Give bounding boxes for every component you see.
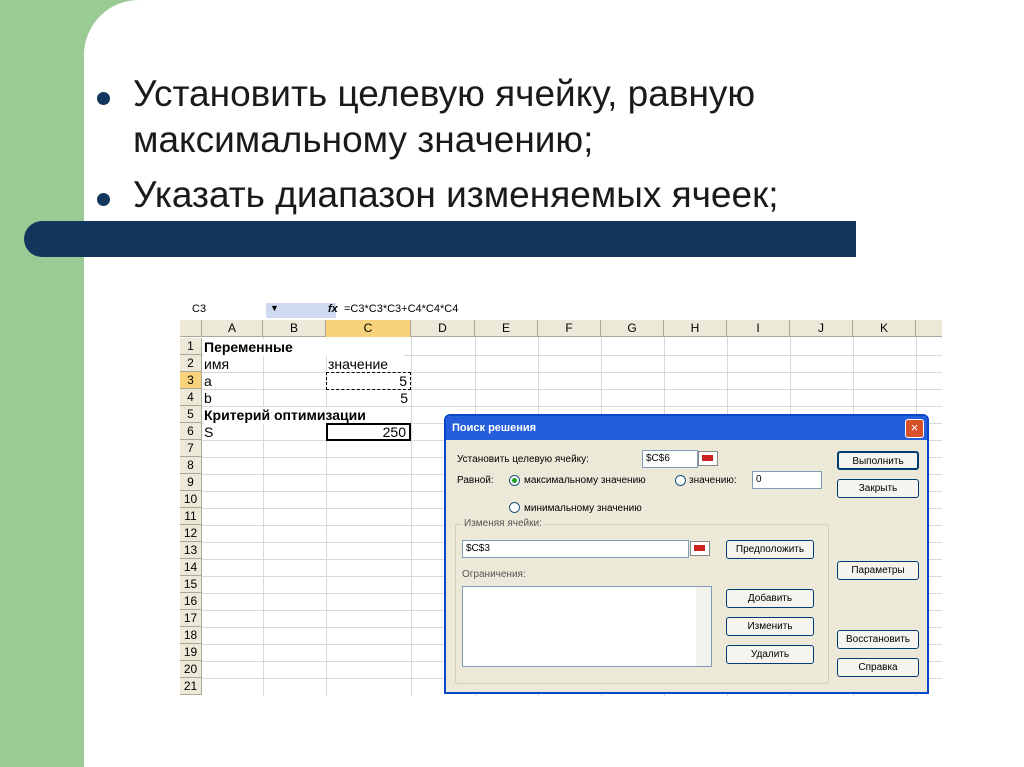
column-header[interactable]: G <box>601 320 664 337</box>
radio-min[interactable] <box>509 502 520 513</box>
target-cell-input[interactable]: $C$6 <box>642 450 698 468</box>
row-header[interactable]: 10 <box>180 491 202 508</box>
radio-min-label[interactable]: минимальному значению <box>524 503 642 514</box>
column-header[interactable]: E <box>475 320 538 337</box>
cell-c6[interactable]: 250 <box>326 423 411 441</box>
row-header[interactable]: 7 <box>180 440 202 457</box>
help-button[interactable]: Справка <box>837 658 919 677</box>
row-header[interactable]: 13 <box>180 542 202 559</box>
dialog-title: Поиск решения <box>446 416 927 440</box>
row-header[interactable]: 9 <box>180 474 202 491</box>
add-button[interactable]: Добавить <box>726 589 814 608</box>
cell-a5[interactable]: Критерий оптимизации <box>204 407 404 424</box>
bullet-text-1-cont: максимальному значению; <box>133 119 594 160</box>
cell-a4[interactable]: b <box>204 390 212 407</box>
changing-cells-label: Изменяя ячейки: <box>462 518 544 529</box>
bullet-dot <box>97 92 110 105</box>
row-header[interactable]: 15 <box>180 576 202 593</box>
cell-c2[interactable]: значение <box>328 356 388 373</box>
column-header[interactable]: K <box>853 320 916 337</box>
column-header[interactable]: D <box>411 320 475 337</box>
gridline <box>202 389 942 390</box>
constraints-label: Ограничения: <box>462 569 526 580</box>
column-header[interactable]: H <box>664 320 727 337</box>
reset-button[interactable]: Восстановить <box>837 630 919 649</box>
row-header[interactable]: 12 <box>180 525 202 542</box>
column-header[interactable]: J <box>790 320 853 337</box>
range-picker-icon[interactable] <box>698 451 718 466</box>
dropdown-arrow-icon: ▼ <box>270 303 279 313</box>
bullet-text-1: Установить целевую ячейку, равную <box>133 73 756 114</box>
select-all-corner[interactable] <box>180 320 202 337</box>
row-header[interactable]: 14 <box>180 559 202 576</box>
target-cell-label: Установить целевую ячейку: <box>457 454 589 465</box>
gridline <box>263 337 264 696</box>
cell-a6[interactable]: S <box>204 424 213 441</box>
close-button[interactable]: Закрыть <box>837 479 919 498</box>
cell-a3[interactable]: a <box>204 373 212 390</box>
solve-button[interactable]: Выполнить <box>837 451 919 470</box>
row-header[interactable]: 18 <box>180 627 202 644</box>
background-green-strip <box>0 0 84 767</box>
radio-max-label[interactable]: максимальному значению <box>524 475 646 486</box>
row-header[interactable]: 2 <box>180 355 202 372</box>
delete-button[interactable]: Удалить <box>726 645 814 664</box>
cell-a2[interactable]: имя <box>204 356 229 373</box>
row-header[interactable]: 16 <box>180 593 202 610</box>
column-header[interactable]: C <box>326 320 411 337</box>
gridline <box>411 337 412 696</box>
cell-a1[interactable]: Переменные <box>204 339 404 356</box>
row-header[interactable]: 4 <box>180 389 202 406</box>
constraints-list[interactable] <box>462 586 712 667</box>
scrollbar[interactable] <box>696 587 711 666</box>
radio-value[interactable] <box>675 475 686 486</box>
column-header[interactable]: A <box>202 320 263 337</box>
radio-value-label[interactable]: значению: <box>689 475 737 486</box>
row-header[interactable]: 3 <box>180 372 202 389</box>
row-header[interactable]: 8 <box>180 457 202 474</box>
value-input[interactable]: 0 <box>752 471 822 489</box>
row-header[interactable]: 1 <box>180 338 202 355</box>
range-picker-icon[interactable] <box>690 541 710 556</box>
solver-dialog: Поиск решения × Установить целевую ячейк… <box>444 414 929 694</box>
formula-input[interactable]: =C3*C3*C3+C4*C4*C4 <box>344 303 458 315</box>
column-header[interactable]: I <box>727 320 790 337</box>
row-header[interactable]: 11 <box>180 508 202 525</box>
change-button[interactable]: Изменить <box>726 617 814 636</box>
name-box-dropdown[interactable]: ▼ <box>266 303 336 318</box>
gridline <box>202 372 942 373</box>
options-button[interactable]: Параметры <box>837 561 919 580</box>
changing-cells-input[interactable]: $C$3 <box>462 540 689 558</box>
row-header[interactable]: 19 <box>180 644 202 661</box>
row-header[interactable]: 20 <box>180 661 202 678</box>
cell-c3[interactable]: 5 <box>326 372 411 390</box>
column-header[interactable]: F <box>538 320 601 337</box>
function-icon[interactable]: fx <box>328 303 338 315</box>
radio-max[interactable] <box>509 475 520 486</box>
name-box[interactable]: C3 <box>192 303 264 318</box>
column-header[interactable]: B <box>263 320 326 337</box>
bullet-text-2: Указать диапазон изменяемых ячеек; <box>133 174 779 215</box>
close-icon[interactable]: × <box>905 419 924 438</box>
column-headers: A B C D E F G H I J K <box>180 320 942 337</box>
row-header[interactable]: 6 <box>180 423 202 440</box>
guess-button[interactable]: Предположить <box>726 540 814 559</box>
row-header[interactable]: 21 <box>180 678 202 695</box>
navy-divider-bar <box>24 221 856 257</box>
formula-bar: C3 ▼ fx =C3*C3*C3+C4*C4*C4 <box>180 300 942 320</box>
row-header[interactable]: 17 <box>180 610 202 627</box>
equal-label: Равной: <box>457 475 494 486</box>
row-header[interactable]: 5 <box>180 406 202 423</box>
cell-c4[interactable]: 5 <box>326 390 411 407</box>
bullet-dot <box>97 193 110 206</box>
